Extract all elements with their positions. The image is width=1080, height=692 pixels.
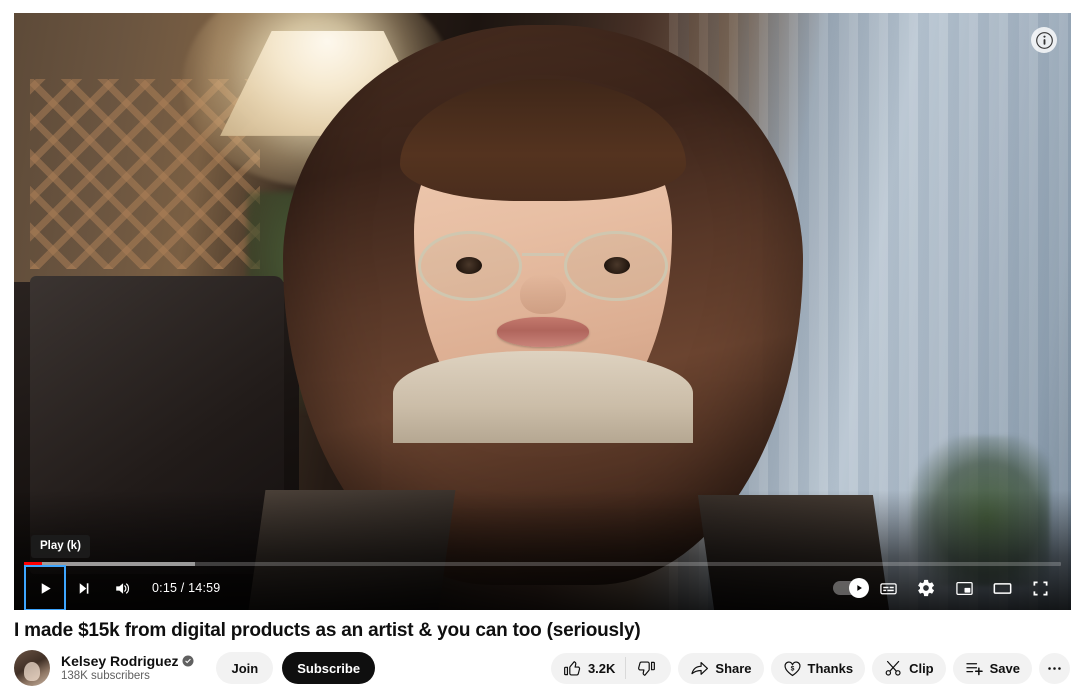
next-button[interactable] bbox=[64, 567, 102, 609]
subject-sweater-collar bbox=[392, 350, 693, 443]
time-display: 0:15 / 14:59 bbox=[152, 581, 221, 595]
player-controls-right bbox=[831, 567, 1071, 609]
subject-glasses bbox=[417, 230, 668, 301]
subject-mouth bbox=[496, 316, 589, 347]
like-dislike-divider bbox=[625, 657, 627, 679]
thanks-button[interactable]: $ Thanks bbox=[770, 652, 866, 684]
share-button[interactable]: Share bbox=[678, 652, 764, 684]
play-icon bbox=[41, 582, 51, 594]
video-action-buttons: 3.2K Share $ Thanks Clip Save bbox=[550, 652, 1070, 684]
heart-dollar-icon: $ bbox=[784, 660, 801, 676]
settings-button[interactable] bbox=[907, 567, 945, 609]
channel-block[interactable]: Kelsey Rodriguez 138K subscribers bbox=[14, 650, 194, 686]
thumbs-down-icon bbox=[638, 660, 656, 676]
share-label: Share bbox=[715, 660, 752, 676]
clip-button[interactable]: Clip bbox=[872, 652, 946, 684]
scissors-icon bbox=[885, 660, 901, 676]
subtitles-icon bbox=[879, 582, 897, 594]
svg-text:$: $ bbox=[790, 665, 794, 672]
more-horizontal-icon bbox=[1048, 666, 1061, 670]
video-meta-row: Kelsey Rodriguez 138K subscribers Join S… bbox=[14, 650, 1070, 686]
autoplay-toggle[interactable] bbox=[831, 567, 869, 609]
video-subject-person bbox=[14, 13, 1071, 610]
subtitles-button[interactable] bbox=[869, 567, 907, 609]
share-arrow-icon bbox=[691, 661, 709, 675]
channel-name[interactable]: Kelsey Rodriguez bbox=[61, 653, 178, 669]
page-title: I made $15k from digital products as an … bbox=[14, 620, 641, 641]
fullscreen-button[interactable] bbox=[1021, 567, 1059, 609]
play-button[interactable] bbox=[24, 565, 66, 610]
more-actions-button[interactable] bbox=[1039, 652, 1070, 684]
volume-icon bbox=[115, 582, 129, 594]
like-button[interactable]: 3.2K bbox=[563, 659, 615, 678]
like-count: 3.2K bbox=[587, 660, 616, 676]
clip-label: Clip bbox=[909, 660, 934, 676]
avatar[interactable] bbox=[14, 650, 50, 686]
verified-badge-icon bbox=[182, 655, 194, 667]
theater-button[interactable] bbox=[983, 567, 1021, 609]
next-track-icon bbox=[79, 582, 88, 594]
theater-mode-icon bbox=[993, 582, 1011, 594]
save-button[interactable]: Save bbox=[952, 652, 1032, 684]
save-label: Save bbox=[989, 660, 1020, 676]
volume-button[interactable] bbox=[102, 567, 140, 609]
player-controls-left: 0:15 / 14:59 bbox=[14, 565, 230, 610]
channel-text: Kelsey Rodriguez 138K subscribers bbox=[61, 653, 194, 683]
autoplay-knob bbox=[849, 578, 869, 598]
save-playlist-icon bbox=[965, 662, 983, 675]
fullscreen-icon bbox=[1033, 581, 1047, 595]
subject-eye-right bbox=[603, 256, 630, 274]
thanks-label: Thanks bbox=[807, 660, 854, 676]
miniplayer-icon bbox=[955, 581, 973, 595]
channel-name-row: Kelsey Rodriguez bbox=[61, 653, 194, 669]
video-player[interactable]: Play (k) 0:15 / 14:59 bbox=[14, 13, 1071, 610]
play-button-tooltip: Play (k) bbox=[31, 535, 90, 558]
subscribe-button[interactable]: Subscribe bbox=[282, 652, 376, 684]
player-control-bar: 0:15 / 14:59 bbox=[14, 565, 1071, 610]
youtube-watch-page: Play (k) 0:15 / 14:59 I made $15k from d… bbox=[0, 0, 1080, 692]
like-dislike-group: 3.2K bbox=[550, 652, 672, 684]
join-button[interactable]: Join bbox=[216, 652, 274, 684]
glasses-bridge bbox=[521, 252, 564, 256]
info-icon[interactable] bbox=[1031, 27, 1057, 53]
gear-icon bbox=[918, 579, 934, 597]
subscriber-count: 138K subscribers bbox=[61, 669, 150, 682]
miniplayer-button[interactable] bbox=[945, 567, 983, 609]
thumbs-up-icon bbox=[564, 660, 581, 676]
subject-eye-left bbox=[455, 256, 482, 274]
autoplay-icon bbox=[833, 578, 869, 598]
dislike-button[interactable] bbox=[630, 659, 667, 678]
